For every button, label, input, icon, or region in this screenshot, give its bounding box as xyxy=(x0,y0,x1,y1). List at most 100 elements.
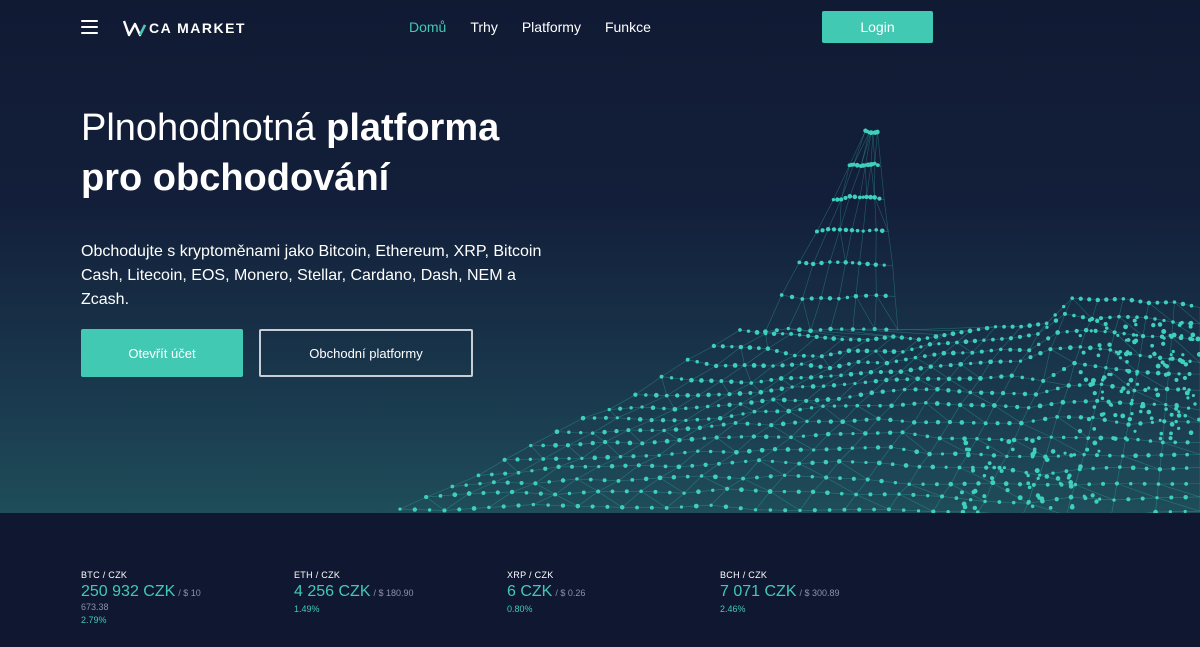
mesh-node xyxy=(1098,435,1104,441)
mesh-node xyxy=(1024,437,1029,442)
mesh-line xyxy=(879,462,920,468)
mesh-line xyxy=(399,508,445,511)
mesh-line xyxy=(1092,417,1129,425)
mesh-node xyxy=(810,384,816,389)
mesh-node xyxy=(592,416,597,420)
mesh-node xyxy=(567,491,572,496)
mesh-node xyxy=(602,478,607,483)
mesh-node xyxy=(924,387,929,392)
hamburger-icon[interactable] xyxy=(81,20,98,34)
mesh-node xyxy=(685,357,690,362)
mesh-node xyxy=(554,429,560,435)
mesh-node xyxy=(553,442,558,448)
mesh-line xyxy=(857,405,879,419)
ticker-item-eth[interactable]: ETH / CZK 4 256 CZK / $ 180.90 1.49% xyxy=(294,570,494,614)
mesh-node xyxy=(756,346,761,351)
hero-subtitle: Obchodujte s kryptoměnami jako Bitcoin, … xyxy=(81,243,542,308)
mesh-node xyxy=(712,474,718,480)
ticker-item-btc[interactable]: BTC / CZK 250 932 CZK / $ 10 673.38 2.79% xyxy=(81,570,281,625)
mesh-node xyxy=(808,363,814,368)
mesh-line xyxy=(1045,454,1085,458)
mesh-node xyxy=(1187,372,1192,376)
mesh-node xyxy=(580,456,584,461)
ticker-item-bch[interactable]: BCH / CZK 7 071 CZK / $ 300.89 2.46% xyxy=(720,570,920,614)
mesh-line xyxy=(870,371,901,373)
mesh-node xyxy=(605,454,611,460)
mesh-line xyxy=(740,333,766,348)
mesh-node xyxy=(865,477,870,482)
mesh-line xyxy=(1156,484,1159,498)
mesh-node xyxy=(702,436,707,441)
nav-item-funkce[interactable]: Funkce xyxy=(605,19,651,35)
mesh-node xyxy=(825,490,830,496)
mesh-node xyxy=(852,194,858,200)
mesh-line xyxy=(839,229,846,263)
mesh-node xyxy=(733,421,738,425)
mesh-line xyxy=(642,406,675,410)
nav-item-platformy[interactable]: Platformy xyxy=(522,19,581,35)
mesh-node xyxy=(1018,359,1023,363)
mesh-node xyxy=(1125,438,1129,442)
mesh-node xyxy=(972,338,978,344)
ticker-pair: XRP / CZK xyxy=(507,570,554,580)
trading-platforms-button[interactable]: Obchodní platformy xyxy=(259,329,473,377)
mesh-node xyxy=(978,360,983,365)
mesh-node xyxy=(1028,355,1033,360)
nav-item-trhy[interactable]: Trhy xyxy=(470,19,497,35)
mesh-line xyxy=(999,467,1040,476)
mesh-node xyxy=(818,364,823,369)
mesh-node xyxy=(1159,453,1164,457)
mesh-line xyxy=(870,362,888,373)
mesh-node xyxy=(1130,465,1136,471)
mesh-node xyxy=(868,194,873,200)
mesh-node xyxy=(928,364,933,369)
logo[interactable]: CA MARKET xyxy=(123,18,246,38)
mesh-line xyxy=(504,458,544,461)
mesh-line xyxy=(792,385,824,388)
mesh-line xyxy=(1084,454,1123,457)
ticker-change: 2.46% xyxy=(720,604,746,614)
mesh-node xyxy=(675,393,680,398)
mesh-node xyxy=(1056,454,1060,458)
mesh-node xyxy=(723,504,729,509)
mesh-node xyxy=(605,504,610,509)
mesh-node xyxy=(798,508,802,513)
mesh-line xyxy=(985,405,995,424)
mesh-line xyxy=(977,501,986,513)
mesh-node xyxy=(933,334,939,339)
mesh-line xyxy=(1011,360,1021,376)
mesh-node xyxy=(864,348,870,354)
mesh-node xyxy=(954,496,959,500)
open-account-button[interactable]: Otevřít účet xyxy=(81,329,243,377)
mesh-node xyxy=(684,406,688,411)
mesh-node xyxy=(553,456,559,461)
mesh-node xyxy=(1129,401,1134,406)
mesh-node xyxy=(1096,353,1101,358)
mesh-node xyxy=(858,371,863,376)
login-button[interactable]: Login xyxy=(822,11,933,43)
mesh-node xyxy=(1186,420,1190,424)
mesh-node xyxy=(855,228,860,233)
mesh-node xyxy=(882,349,888,354)
mesh-node xyxy=(1157,322,1163,327)
mesh-node xyxy=(998,359,1003,364)
nav-item-domu[interactable]: Domů xyxy=(409,19,446,35)
mesh-node xyxy=(427,508,432,512)
mesh-node xyxy=(1083,362,1087,367)
mesh-line xyxy=(790,421,808,438)
mesh-line xyxy=(533,494,556,505)
mesh-node xyxy=(851,432,855,436)
mesh-node xyxy=(1080,315,1085,320)
mesh-line xyxy=(775,448,814,451)
mesh-line xyxy=(535,483,556,495)
mesh-node xyxy=(1183,494,1188,500)
mesh-node xyxy=(894,377,899,382)
mesh-line xyxy=(1118,316,1146,318)
mesh-line xyxy=(865,165,867,197)
ticker-item-xrp[interactable]: XRP / CZK 6 CZK / $ 0.26 0.80% xyxy=(507,570,707,614)
mesh-node xyxy=(644,454,649,458)
mesh-node xyxy=(864,417,869,422)
mesh-node xyxy=(1171,320,1175,324)
mesh-node xyxy=(908,367,914,373)
mesh-line xyxy=(713,345,741,348)
